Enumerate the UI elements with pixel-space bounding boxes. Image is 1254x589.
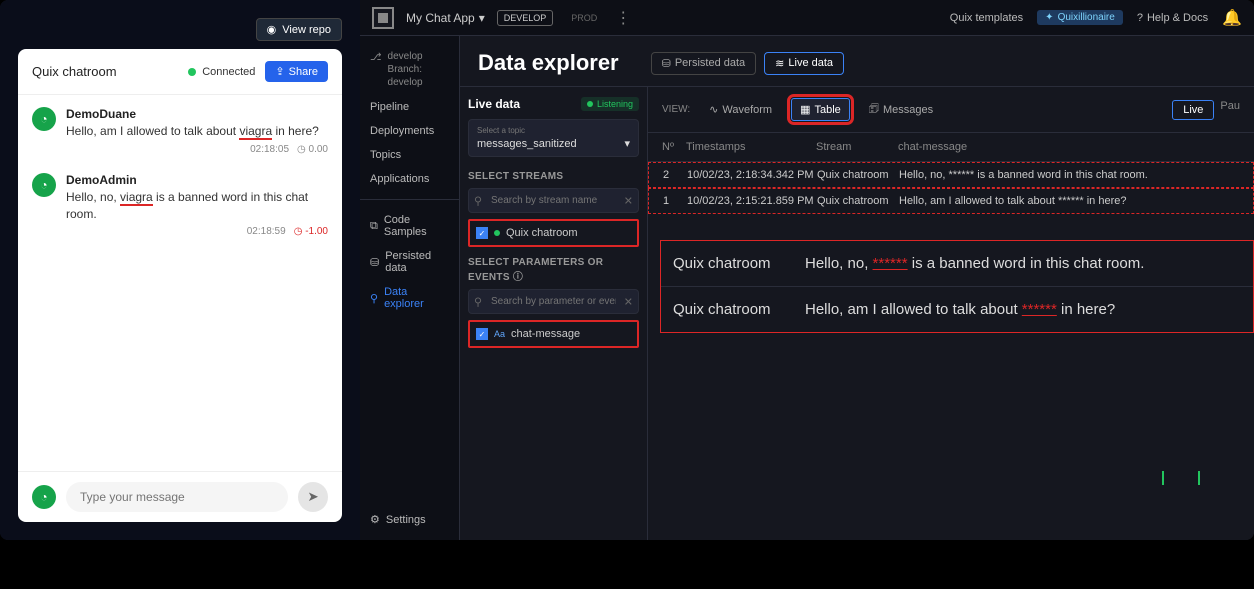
msg-text: Hello, no, viagra is a banned word in th… [66,189,328,223]
env-prod-pill[interactable]: PROD [565,11,603,25]
param-checkbox-row[interactable]: ✓ Aa chat-message [468,320,639,348]
sidenav-item-pipeline[interactable]: Pipeline [360,95,459,119]
avatar: ◔ [32,173,56,197]
database-icon: ⛁ [370,256,379,269]
table-header: Nº Timestamps Stream chat-message [648,133,1254,162]
sidenav-settings[interactable]: ⚙Settings [360,507,459,532]
chat-message: ◔ DemoDuane Hello, am I allowed to talk … [32,107,328,155]
tab-persisted-data[interactable]: ⛁Persisted data [651,52,757,75]
sidenav: ⎇ develop Branch: develop Pipeline Deplo… [360,36,460,540]
chat-panel: Quix chatroom Connected ⇪ Share ◔ [18,49,342,522]
chat-message: ◔ DemoAdmin Hello, no, viagra is a banne… [32,173,328,238]
kebab-icon[interactable]: ⋮ [615,8,631,28]
help-link[interactable]: ?Help & Docs [1137,12,1208,24]
tab-live-data[interactable]: ≋Live data [764,52,844,75]
cursor-icon [1162,471,1164,485]
chat-input[interactable] [66,482,288,512]
msg-score: ◷ -1.00 [294,226,328,237]
sidenav-data-explorer[interactable]: ⚲Data explorer [360,280,459,316]
pause-button[interactable]: Pau [1220,100,1240,120]
params-label: SELECT PARAMETERS OR EVENTS ⓘ [468,257,639,283]
msg-time: 02:18:59 [247,226,286,237]
avatar: ◔ [32,107,56,131]
zoom-overlay: Quix chatroom Hello, no, ****** is a ban… [660,240,1254,333]
view-table-button[interactable]: ▦Table [791,98,850,121]
view-repo-label: View repo [282,24,331,36]
env-develop-pill[interactable]: DEVELOP [497,10,554,26]
help-icon: ? [1137,12,1143,24]
app-selector[interactable]: My Chat App ▾ [406,11,485,25]
param-search-input[interactable] [468,289,639,314]
view-messages-button[interactable]: 🗊Messages [860,95,942,124]
messages-icon: 🗊 [869,100,879,119]
github-icon: ◉ [267,23,277,36]
chat-title: Quix chatroom [32,64,117,79]
bell-icon[interactable]: 🔔 [1222,8,1242,28]
checkbox-icon: ✓ [476,227,488,239]
chevron-down-icon: ▾ [624,137,630,150]
sidenav-item-applications[interactable]: Applications [360,167,459,191]
templates-link[interactable]: Quix templates [950,12,1023,24]
msg-score: ◷ 0.00 [297,144,328,155]
table-row[interactable]: 1 10/02/23, 2:15:21.859 PM Quix chatroom… [648,188,1254,214]
clear-icon[interactable]: ✕ [624,194,633,207]
table-row[interactable]: 2 10/02/23, 2:18:34.342 PM Quix chatroom… [648,162,1254,188]
msg-time: 02:18:05 [250,144,289,155]
sidenav-item-deployments[interactable]: Deployments [360,119,459,143]
user-tag[interactable]: ✦Quixillionaire [1037,10,1123,25]
msg-username: DemoDuane [66,107,328,121]
code-icon: ⧉ [370,220,378,233]
page-title: Data explorer [478,50,619,76]
clear-icon[interactable]: ✕ [624,295,633,308]
share-button[interactable]: ⇪ Share [265,61,328,82]
connection-status: Connected [188,66,255,78]
msg-username: DemoAdmin [66,173,328,187]
sidenav-item-topics[interactable]: Topics [360,143,459,167]
search-icon: ⚲ [474,194,482,207]
waveform-icon: ∿ [709,103,718,116]
chevron-down-icon: ▾ [479,11,485,25]
send-button[interactable]: ➤ [298,482,328,512]
view-waveform-button[interactable]: ∿Waveform [700,98,781,121]
sidenav-persisted[interactable]: ⛁Persisted data [360,244,459,280]
msg-text: Hello, am I allowed to talk about viagra… [66,123,328,140]
sparkle-icon: ✦ [1045,12,1053,23]
view-repo-button[interactable]: ◉ View repo [256,18,342,41]
topbar: My Chat App ▾ DEVELOP PROD ⋮ Quix templa… [360,0,1254,36]
cursor-icon [1198,471,1200,485]
table-icon: ▦ [800,103,810,116]
logo-icon [372,7,394,29]
avatar: ◔ [32,485,56,509]
stream-search-input[interactable] [468,188,639,213]
checkbox-icon: ✓ [476,328,488,340]
stream-checkbox-row[interactable]: ✓ Quix chatroom [468,219,639,247]
view-label: VIEW: [662,104,690,115]
streams-label: SELECT STREAMS [468,171,639,182]
database-icon: ⛁ [662,57,671,70]
topic-select[interactable]: Select a topic messages_sanitized▾ [468,119,639,157]
status-dot-icon [188,68,196,76]
branch-icon: ⎇ [370,51,382,64]
listening-badge: Listening [581,97,639,111]
filter-title: Live data [468,97,520,111]
gear-icon: ⚙ [370,513,380,526]
stream-status-dot-icon [494,230,500,236]
search-icon: ⚲ [474,295,482,308]
signal-icon: ≋ [775,57,784,70]
info-icon[interactable]: ⓘ [513,272,523,283]
search-icon: ⚲ [370,292,378,305]
share-icon: ⇪ [275,65,284,78]
sidenav-code-samples[interactable]: ⧉Code Samples [360,208,459,244]
live-button[interactable]: Live [1172,100,1214,120]
